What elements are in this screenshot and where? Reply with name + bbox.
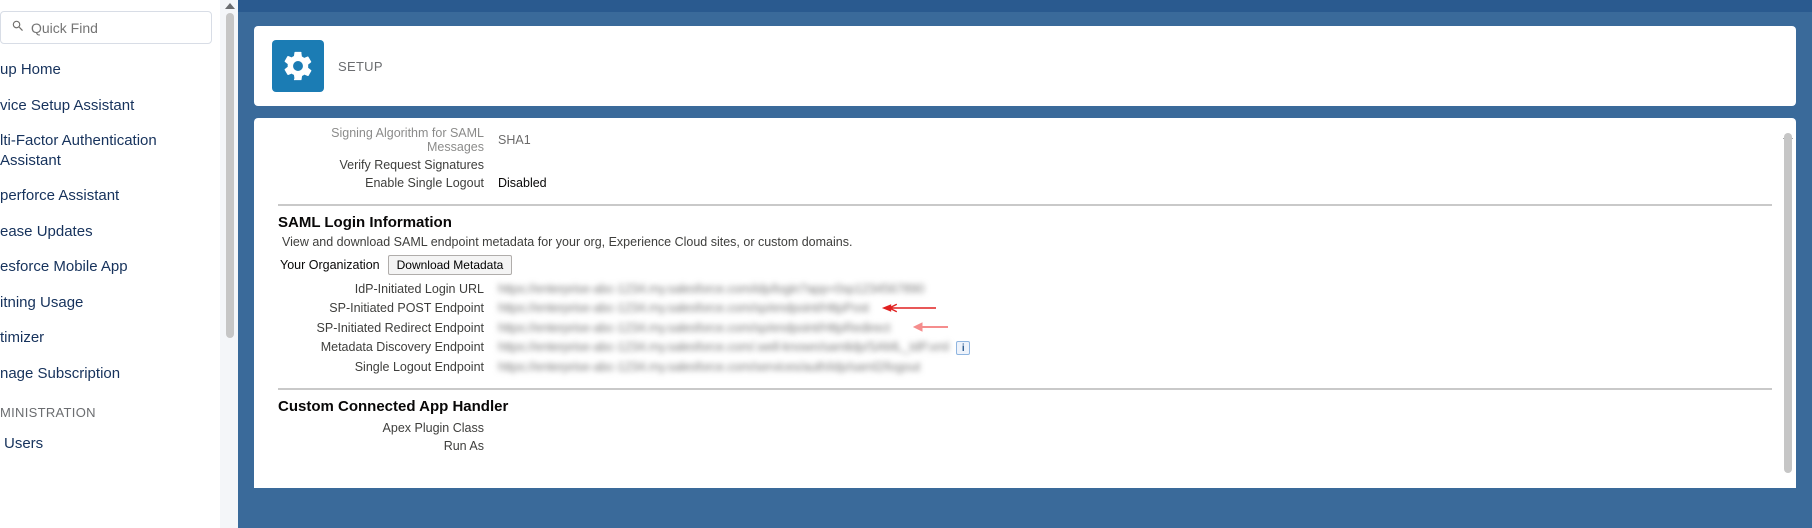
- nav-section-administration: MINISTRATION: [0, 391, 220, 426]
- nav-users[interactable]: Users: [0, 426, 220, 462]
- single-logout-endpoint-label: Single Logout Endpoint: [278, 360, 498, 374]
- download-metadata-button[interactable]: Download Metadata: [388, 255, 513, 275]
- red-arrow-annotation-icon: [880, 302, 936, 316]
- gear-icon: [272, 40, 324, 92]
- sidebar-scrollbar[interactable]: [225, 0, 235, 528]
- sidebar: up Home vice Setup Assistant lti-Factor …: [0, 0, 220, 528]
- divider: [278, 388, 1772, 390]
- top-blue-bar: [238, 0, 1812, 12]
- metadata-discovery-value: https://enterprise-abc-1234.my.salesforc…: [498, 339, 949, 354]
- nav-setup-home[interactable]: up Home: [0, 52, 220, 88]
- metadata-discovery-label: Metadata Discovery Endpoint: [278, 340, 498, 354]
- content-scrollbar[interactable]: [1783, 118, 1793, 488]
- sp-post-endpoint-value: https://enterprise-abc-1234.my.salesforc…: [498, 300, 869, 315]
- sp-redirect-endpoint-value: https://enterprise-abc-1234.my.salesforc…: [498, 320, 890, 335]
- scroll-up-arrow-icon[interactable]: [1783, 118, 1793, 133]
- scroll-up-arrow-icon[interactable]: [225, 0, 235, 12]
- saml-section-desc: View and download SAML endpoint metadata…: [278, 235, 1772, 249]
- search-icon: [11, 19, 25, 36]
- pink-arrow-annotation-icon: [902, 321, 958, 335]
- main-area: SETUP Signing Algorithm for SAML Message…: [238, 0, 1812, 528]
- idp-login-url-label: IdP-Initiated Login URL: [278, 282, 498, 296]
- saml-section-title: SAML Login Information: [278, 214, 1772, 231]
- nav-lightning-usage[interactable]: itning Usage: [0, 285, 220, 321]
- enable-single-logout-label: Enable Single Logout: [278, 176, 498, 190]
- setup-label: SETUP: [338, 59, 383, 74]
- enable-single-logout-value: Disabled: [498, 176, 547, 190]
- divider: [278, 204, 1772, 206]
- sp-redirect-endpoint-label: SP-Initiated Redirect Endpoint: [278, 321, 498, 335]
- nav-service-setup-assistant[interactable]: vice Setup Assistant: [0, 88, 220, 124]
- sp-post-endpoint-label: SP-Initiated POST Endpoint: [278, 301, 498, 315]
- nav-release-updates[interactable]: ease Updates: [0, 214, 220, 250]
- run-as-label: Run As: [278, 439, 498, 453]
- nav-manage-subscription[interactable]: nage Subscription: [0, 356, 220, 392]
- quick-find-wrap[interactable]: [0, 11, 212, 44]
- signing-algorithm-value: SHA1: [498, 133, 531, 147]
- apex-plugin-class-label: Apex Plugin Class: [278, 421, 498, 435]
- nav-salesforce-mobile-app[interactable]: esforce Mobile App: [0, 249, 220, 285]
- nav-hyperforce-assistant[interactable]: perforce Assistant: [0, 178, 220, 214]
- content-card: Signing Algorithm for SAML Messages SHA1…: [254, 118, 1796, 488]
- signing-algorithm-label: Signing Algorithm for SAML Messages: [278, 126, 498, 154]
- scroll-thumb[interactable]: [226, 13, 234, 338]
- info-icon[interactable]: i: [956, 341, 970, 355]
- nav-optimizer[interactable]: timizer: [0, 320, 220, 356]
- nav-mfa-assistant[interactable]: lti-Factor Authentication Assistant: [0, 123, 220, 178]
- handler-section-title: Custom Connected App Handler: [278, 398, 1772, 415]
- verify-signatures-label: Verify Request Signatures: [278, 158, 498, 172]
- quick-find-input[interactable]: [31, 20, 212, 36]
- single-logout-endpoint-value: https://enterprise-abc-1234.my.salesforc…: [498, 359, 920, 374]
- setup-header-card: SETUP: [254, 26, 1796, 106]
- your-organization-label: Your Organization: [280, 258, 380, 272]
- scroll-thumb[interactable]: [1784, 133, 1792, 473]
- idp-login-url-value: https://enterprise-abc-1234.my.salesforc…: [498, 281, 924, 296]
